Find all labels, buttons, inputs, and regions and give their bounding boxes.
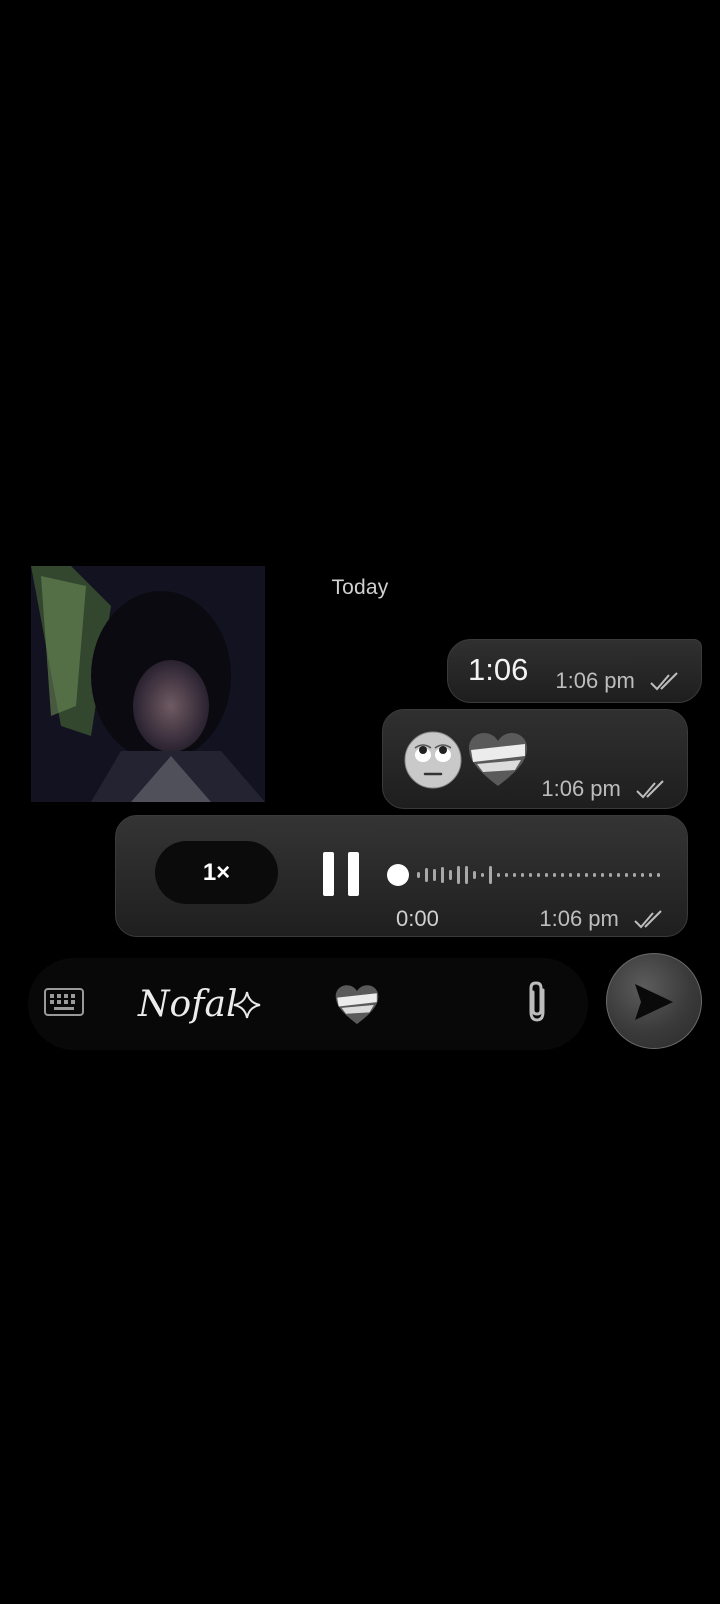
double-tick-icon: [636, 780, 664, 799]
seek-handle: [387, 864, 409, 886]
message-input-bar[interactable]: Nofal: [28, 958, 588, 1050]
message-meta: 1:06 pm: [539, 906, 667, 932]
photo-thumbnail[interactable]: [31, 566, 265, 802]
double-tick-icon: [650, 672, 678, 691]
playback-speed-button[interactable]: 1×: [155, 841, 278, 904]
message-meta: 1:06 pm: [555, 668, 683, 694]
double-tick-icon: [634, 910, 662, 929]
sparkle-icon: [233, 991, 261, 1019]
mending-heart-icon: [469, 733, 527, 786]
paperclip-icon[interactable]: [523, 980, 553, 1024]
message-time: 1:06 pm: [541, 776, 621, 801]
send-icon: [635, 984, 673, 1020]
rolling-eyes-face-icon: [404, 731, 462, 789]
message-time: 1:06 pm: [555, 668, 635, 693]
send-button[interactable]: [606, 953, 702, 1049]
message-text: 1:06: [468, 652, 529, 687]
pause-icon[interactable]: [323, 852, 359, 896]
message-bubble-text[interactable]: 1:06 1:06 pm: [447, 639, 702, 703]
message-time: 1:06 pm: [539, 906, 619, 931]
voice-duration: 0:00: [396, 906, 439, 931]
mending-heart-icon[interactable]: [333, 983, 381, 1027]
date-separator: Today: [331, 576, 389, 599]
keyboard-icon[interactable]: [44, 988, 84, 1016]
message-meta: 1:06 pm: [541, 776, 669, 802]
message-bubble-emoji[interactable]: 1:06 pm: [382, 709, 688, 809]
voice-message-bubble[interactable]: 1× 0:00 1:06 pm: [115, 815, 688, 937]
message-input[interactable]: Nofal: [138, 984, 237, 1025]
voice-waveform[interactable]: [387, 858, 667, 892]
